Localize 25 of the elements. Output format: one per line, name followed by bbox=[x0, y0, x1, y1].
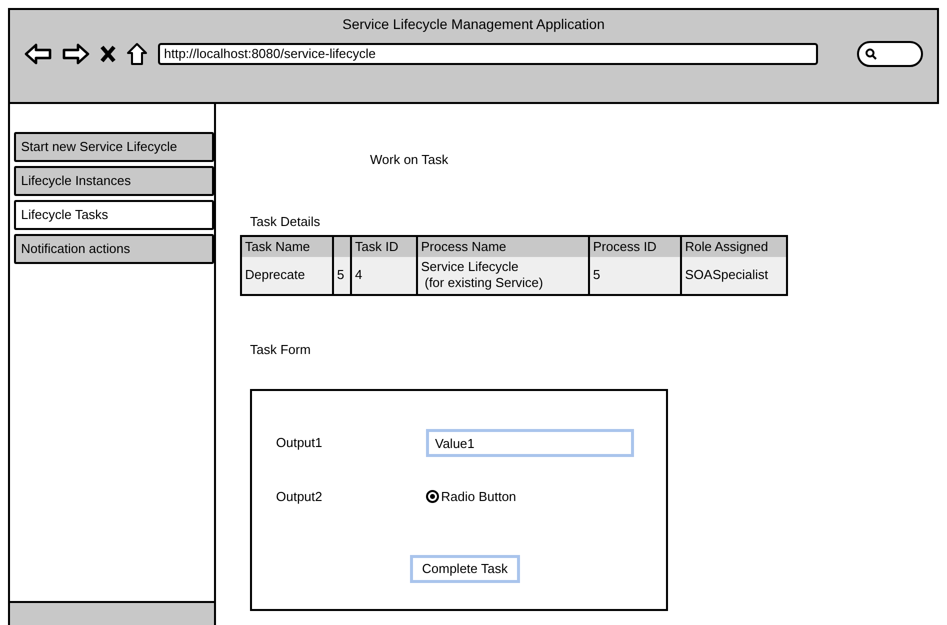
close-icon[interactable] bbox=[100, 45, 116, 63]
page-heading: Work on Task bbox=[370, 151, 448, 169]
table-cell: 4 bbox=[351, 256, 417, 294]
sidebar-item[interactable]: Notification actions bbox=[14, 234, 214, 264]
sidebar-item[interactable]: Lifecycle Tasks bbox=[14, 200, 214, 230]
forward-icon[interactable] bbox=[62, 42, 90, 66]
search-field[interactable] bbox=[857, 41, 923, 67]
section-title: Task Details bbox=[250, 212, 320, 230]
sidebar-item[interactable]: Start new Service Lifecycle bbox=[14, 132, 214, 162]
field-label: Output2 bbox=[276, 488, 324, 506]
table-cell: 5 bbox=[333, 256, 351, 294]
section-title: Task Form bbox=[250, 340, 311, 358]
search-icon bbox=[865, 48, 877, 60]
back-icon[interactable] bbox=[24, 42, 52, 66]
input-field[interactable]: Value1 bbox=[426, 429, 634, 457]
table-cell: Service Lifecycle (for existing Service) bbox=[417, 256, 589, 294]
window-title: Service Lifecycle Management Application bbox=[342, 15, 605, 34]
complete-task-button[interactable]: Complete Task bbox=[410, 555, 520, 583]
radio-button[interactable]: Radio Button bbox=[426, 487, 516, 506]
table-cell: SOASpecialist bbox=[681, 256, 787, 294]
table-cell: 5 bbox=[589, 256, 681, 294]
sidebar-item[interactable]: Lifecycle Instances bbox=[14, 166, 214, 196]
address-bar[interactable]: http://localhost:8080/service-lifecycle bbox=[158, 43, 818, 65]
field-label: Output1 bbox=[276, 434, 324, 452]
table-cell: Deprecate bbox=[241, 256, 333, 294]
